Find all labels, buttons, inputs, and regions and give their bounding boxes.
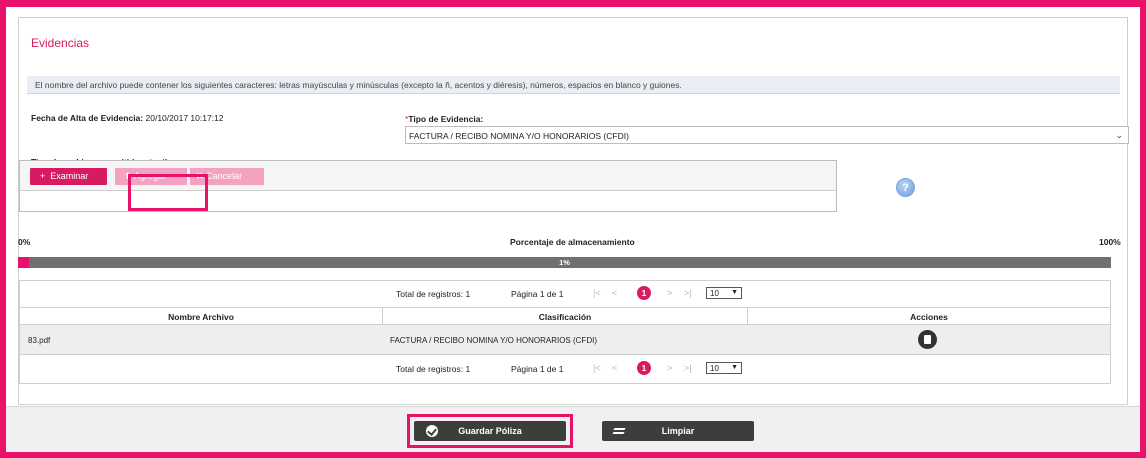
page-size-select[interactable]: 10 ▼ [706, 362, 742, 374]
fecha-value: 20/10/2017 10:17:12 [145, 113, 224, 123]
tipo-evidencia-label: *Tipo de Evidencia: [405, 114, 483, 124]
storage-progress-bar: 1% [18, 257, 1111, 268]
chevron-down-icon: ⌄ [1115, 130, 1123, 140]
cell-clasificacion: FACTURA / RECIBO NOMINA Y/O HONORARIOS (… [390, 336, 597, 345]
guardar-poliza-button[interactable]: Guardar Póliza [414, 421, 566, 441]
page-size-value: 10 [710, 364, 719, 373]
pager-page: Página 1 de 1 [511, 364, 564, 374]
table-row[interactable]: 83.pdf FACTURA / RECIBO NOMINA Y/O HONOR… [20, 325, 1110, 355]
next-page-icon[interactable]: > [667, 288, 672, 298]
examinar-button[interactable]: + Examinar [30, 168, 107, 185]
col-nombre-archivo[interactable]: Nombre Archivo [20, 312, 382, 322]
first-page-icon[interactable]: |< [593, 288, 601, 298]
limpiar-label: Limpiar [661, 426, 695, 436]
page-size-value: 10 [710, 289, 719, 298]
last-page-icon[interactable]: >| [684, 288, 692, 298]
col-acciones: Acciones [910, 312, 948, 322]
evidencias-grid: Total de registros: 1 Página 1 de 1 |< <… [19, 280, 1111, 384]
plus-icon: + [40, 171, 51, 181]
tipo-label-text: Tipo de Evidencia: [408, 114, 484, 124]
next-page-icon[interactable]: > [667, 363, 672, 373]
agregar-highlight [128, 174, 208, 211]
pager-top: Total de registros: 1 Página 1 de 1 |< <… [20, 281, 1110, 307]
storage-min-label: 0% [18, 237, 31, 247]
col-clasificacion[interactable]: Clasificación [383, 312, 747, 322]
section-title: Evidencias [31, 36, 90, 50]
current-page-button[interactable]: 1 [637, 286, 651, 300]
examinar-label: Examinar [50, 171, 89, 181]
dropdown-arrow-icon: ▼ [731, 289, 738, 296]
grid-header: Nombre Archivo Clasificación Acciones [20, 307, 1110, 325]
first-page-icon[interactable]: |< [593, 363, 601, 373]
pager-bottom: Total de registros: 1 Página 1 de 1 |< <… [20, 356, 1110, 382]
tipo-evidencia-select[interactable]: FACTURA / RECIBO NOMINA Y/O HONORARIOS (… [405, 126, 1129, 144]
pager-page: Página 1 de 1 [511, 289, 564, 299]
prev-page-icon[interactable]: < [612, 363, 617, 373]
cancelar-label: Cancelar [206, 171, 243, 181]
pager-total: Total de registros: 1 [396, 289, 471, 299]
last-page-icon[interactable]: >| [684, 363, 692, 373]
limpiar-button[interactable]: Limpiar [602, 421, 754, 441]
tipo-evidencia-value: FACTURA / RECIBO NOMINA Y/O HONORARIOS (… [409, 131, 629, 141]
action-footer: Guardar Póliza Limpiar [6, 406, 1140, 452]
fecha-alta: Fecha de Alta de Evidencia: 20/10/2017 1… [31, 113, 224, 123]
prev-page-icon[interactable]: < [612, 288, 617, 298]
fecha-label: Fecha de Alta de Evidencia: [31, 113, 144, 123]
dropdown-arrow-icon: ▼ [731, 364, 738, 371]
storage-progress-text: 1% [559, 258, 570, 267]
delete-icon[interactable] [918, 330, 937, 349]
help-icon[interactable]: ? [896, 178, 915, 197]
pager-total: Total de registros: 1 [396, 364, 471, 374]
page-size-select[interactable]: 10 ▼ [706, 287, 742, 299]
guardar-label: Guardar Póliza [458, 426, 522, 436]
current-page-button[interactable]: 1 [637, 361, 651, 375]
cell-nombre: 83.pdf [28, 336, 51, 345]
storage-title: Porcentaje de almacenamiento [510, 237, 635, 247]
filename-rules-info: El nombre del archivo puede contener los… [27, 76, 1120, 94]
storage-max-label: 100% [1099, 237, 1121, 247]
